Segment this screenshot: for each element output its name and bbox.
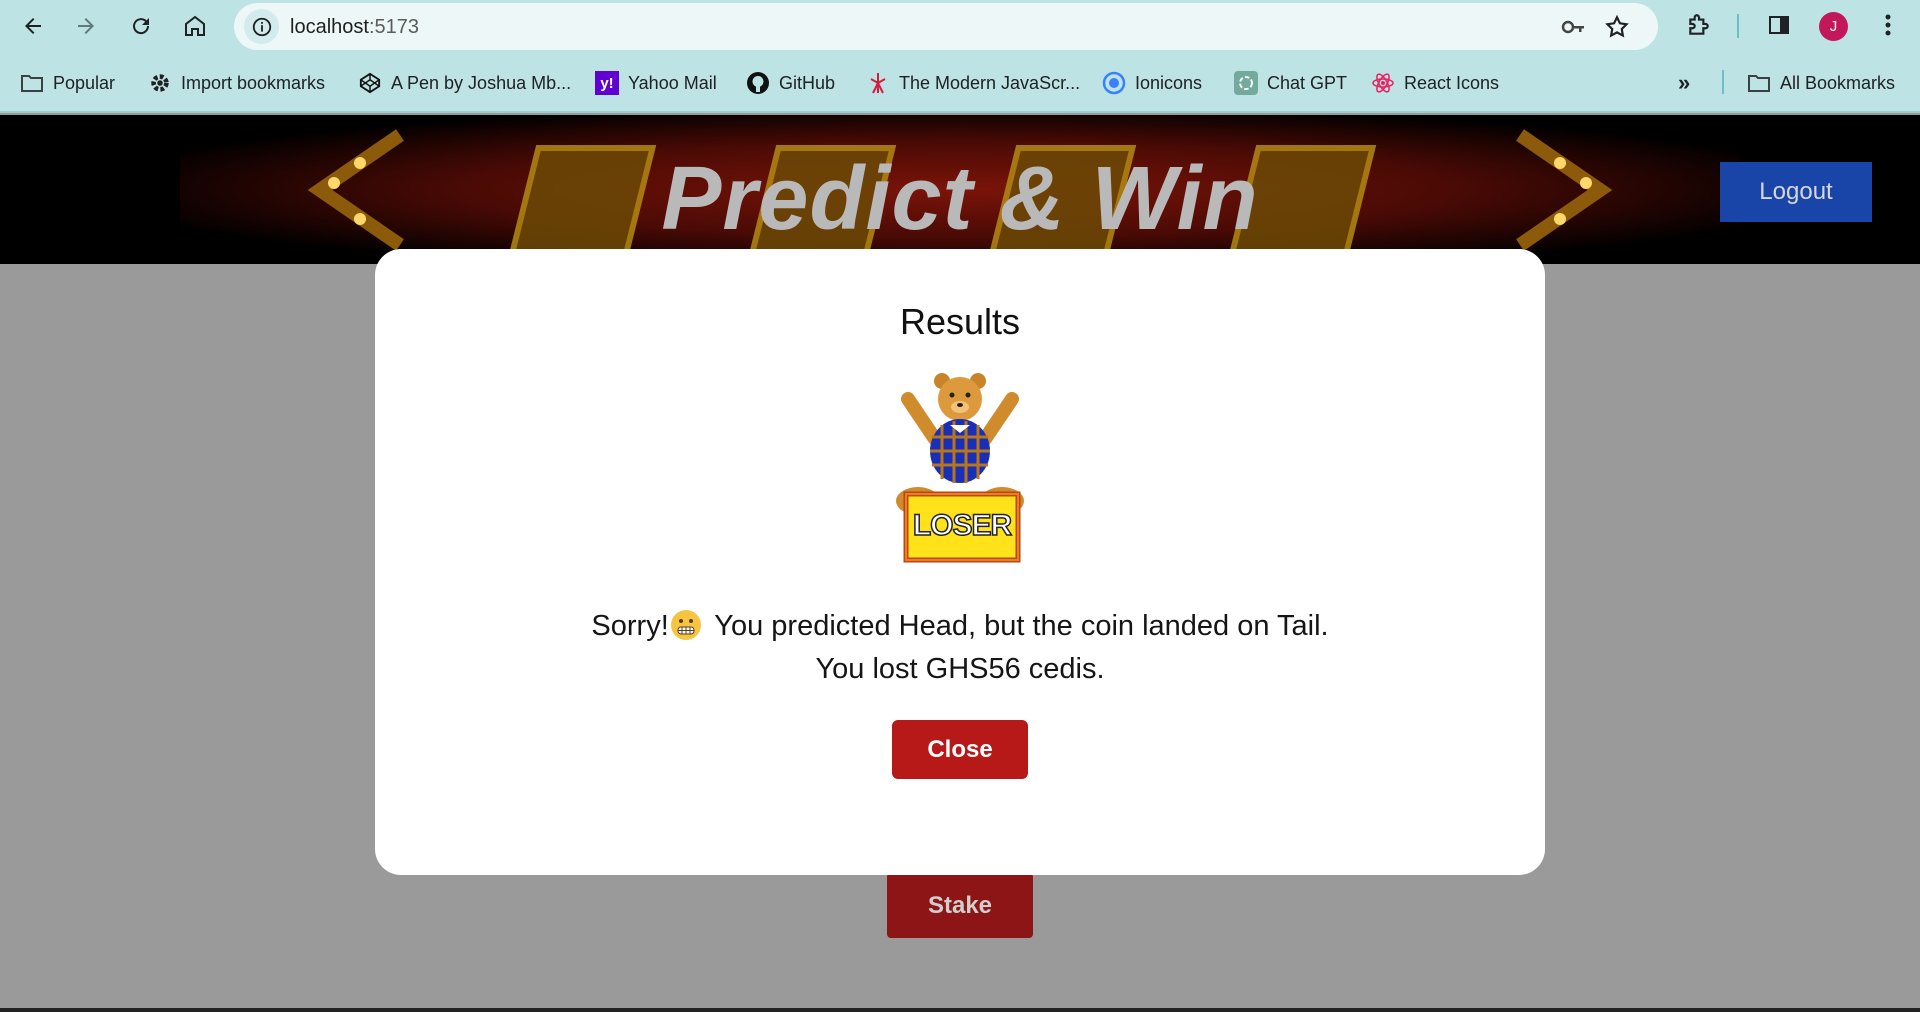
page-bottom-border <box>0 1008 1920 1012</box>
loser-sign-text: LOSER <box>912 508 1013 543</box>
hero-banner: Predict & Win Logout <box>0 115 1920 264</box>
result-line-1: Sorry! You predicted Head, but the coin … <box>591 610 1329 642</box>
bookmark-popular[interactable]: Popular <box>20 69 115 97</box>
arrow-left-icon <box>25 18 41 34</box>
bookmark-react-icons[interactable]: React Icons <box>1371 69 1499 97</box>
home-icon <box>185 15 205 36</box>
home-button[interactable] <box>177 8 213 44</box>
arrow-right-icon <box>78 18 94 34</box>
bookmarks-separator <box>1722 70 1724 94</box>
page-title: Predict & Win <box>661 149 1259 249</box>
menu-button[interactable] <box>1874 11 1902 39</box>
browser-toolbar: localhost:5173 J <box>0 0 1920 53</box>
all-bookmarks-button[interactable]: All Bookmarks <box>1747 69 1895 97</box>
bookmark-ionicons[interactable]: Ionicons <box>1102 69 1202 97</box>
ionicons-icon <box>1102 71 1126 95</box>
react-icon <box>1371 71 1395 95</box>
forward-button[interactable] <box>68 8 104 44</box>
profile-avatar[interactable]: J <box>1819 12 1848 41</box>
close-button[interactable]: Close <box>892 720 1028 779</box>
logout-button[interactable]: Logout <box>1720 162 1872 222</box>
site-info-button[interactable] <box>244 9 279 44</box>
toolbar-separator <box>1737 14 1739 38</box>
bookmark-modern-js[interactable]: The Modern JavaScr... <box>866 69 1080 97</box>
gear-icon <box>148 71 172 95</box>
url-text: localhost:5173 <box>290 16 419 38</box>
double-chevron-right-icon: » <box>1678 70 1691 95</box>
bookmark-import[interactable]: Import bookmarks <box>148 69 325 97</box>
bookmark-github[interactable]: GitHub <box>746 69 835 97</box>
side-panel-icon <box>1769 16 1789 34</box>
stake-button[interactable]: Stake <box>887 873 1033 938</box>
result-line-2: You lost GHS56 cedis. <box>815 653 1105 685</box>
address-bar[interactable]: localhost:5173 <box>234 3 1658 50</box>
codepen-icon <box>358 71 382 95</box>
bookmark-codepen[interactable]: A Pen by Joshua Mb... <box>358 69 571 97</box>
chatgpt-icon <box>1234 71 1258 95</box>
bookmarks-bar: Popular Import bookmarks A Pen by Joshua… <box>0 53 1920 113</box>
bookmark-yahoo[interactable]: y! Yahoo Mail <box>595 69 717 97</box>
info-icon <box>252 17 271 36</box>
star-icon[interactable] <box>1604 14 1630 40</box>
result-message: Sorry! You predicted Head, but the coin … <box>375 605 1545 691</box>
reload-button[interactable] <box>123 8 159 44</box>
github-icon <box>746 71 770 95</box>
extensions-button[interactable] <box>1685 11 1713 39</box>
kebab-menu-icon <box>1885 14 1891 36</box>
back-button[interactable] <box>15 8 51 44</box>
puzzle-icon <box>1689 14 1709 35</box>
more-bookmarks-button[interactable]: » <box>1678 69 1690 97</box>
grimacing-face-icon <box>670 610 701 640</box>
folder-icon <box>20 71 44 95</box>
reload-icon <box>133 18 150 35</box>
bookmark-chatgpt[interactable]: Chat GPT <box>1234 69 1347 97</box>
results-modal: Results LOSER Sorry! You predicted Head,… <box>375 249 1545 875</box>
modal-title: Results <box>899 301 1021 342</box>
key-icon[interactable] <box>1560 14 1586 40</box>
folder-icon <box>1747 71 1771 95</box>
javascript-info-icon <box>866 71 890 95</box>
yahoo-icon: y! <box>595 71 619 95</box>
side-panel-button[interactable] <box>1765 11 1793 39</box>
